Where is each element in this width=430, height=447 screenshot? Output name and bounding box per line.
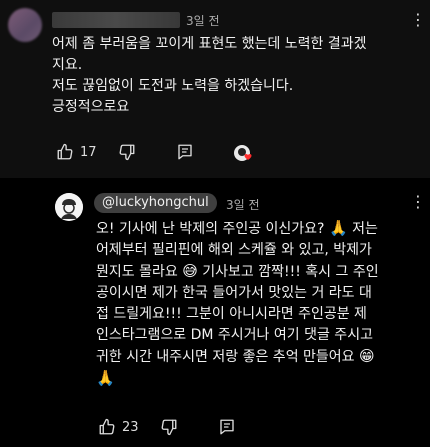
dislike-button[interactable] bbox=[118, 143, 136, 161]
reply-line: 뭔지도 몰라요 bbox=[96, 264, 178, 280]
reply-text: 오! 기사에 난 박제의 주인공 이신가요? 🙏 저는 어제부터 필리핀에 해외… bbox=[96, 218, 416, 390]
thumbs-up-icon bbox=[99, 418, 115, 435]
emoji: 😁 bbox=[359, 347, 375, 365]
commenter-name-redacted[interactable] bbox=[52, 12, 180, 28]
reply-icon bbox=[177, 144, 192, 160]
reply-button[interactable] bbox=[218, 418, 236, 436]
dislike-button[interactable] bbox=[160, 418, 178, 436]
like-count: 17 bbox=[80, 144, 97, 160]
reply-line: 접 드릴게요!!! 그분이 아니시라면 주인공분 제 bbox=[96, 306, 367, 322]
reply-icon bbox=[219, 419, 234, 435]
emoji: 🙏 bbox=[328, 219, 348, 237]
reply-line: 인스타그램으로 DM 주시거나 여기 댓글 주시고 bbox=[96, 327, 373, 343]
emoji: 😅 bbox=[182, 262, 198, 280]
reply-author-handle[interactable]: @luckyhongchul bbox=[94, 193, 217, 213]
reply-line: 오! 기사에 난 박제의 주인공 이신가요? bbox=[96, 221, 325, 237]
reply-time: 3일 전 bbox=[226, 198, 260, 212]
comment: 3일 전 ⋮ 어제 좀 부러움을 꼬이게 표현도 했는데 노력한 결과겠 지요.… bbox=[0, 0, 430, 178]
thumbs-down-icon bbox=[119, 144, 134, 161]
reply-line: 귀한 시간 내주시면 저랑 좋은 추억 만들어요 bbox=[96, 349, 355, 365]
comment-time: 3일 전 bbox=[186, 14, 220, 28]
reply-button[interactable] bbox=[176, 143, 194, 161]
reply-line: 기사보고 깜짝!!! 혹시 그 주인 bbox=[202, 264, 379, 280]
reply-avatar[interactable] bbox=[55, 193, 83, 221]
comment-text: 어제 좀 부러움을 꼬이게 표현도 했는데 노력한 결과겠 지요. 저도 끊임없… bbox=[52, 36, 367, 115]
like-button[interactable]: 23 bbox=[98, 418, 139, 436]
creator-heart-icon bbox=[233, 144, 255, 164]
more-vertical-icon[interactable]: ⋮ bbox=[410, 194, 426, 210]
more-vertical-icon[interactable]: ⋮ bbox=[410, 12, 426, 28]
thumbs-down-icon bbox=[161, 419, 176, 436]
commenter-avatar[interactable] bbox=[8, 8, 42, 42]
like-count: 23 bbox=[122, 419, 139, 435]
reply-actions: 23 bbox=[98, 418, 236, 436]
like-button[interactable]: 17 bbox=[56, 143, 97, 161]
emoji: 🙏 bbox=[96, 369, 115, 387]
comment-actions: 17 bbox=[56, 143, 194, 161]
reply-line: 공이시면 제가 한국 들어가서 맛있는 거 라도 대 bbox=[96, 285, 372, 301]
reply: @luckyhongchul 3일 전 ⋮ 오! 기사에 난 박제의 주인공 이… bbox=[0, 178, 430, 447]
reply-line: 어제부터 필리핀에 해외 스케쥴 와 있고, 박제가 bbox=[96, 242, 372, 258]
reply-line: 저는 bbox=[352, 221, 378, 237]
thumbs-up-icon bbox=[57, 143, 73, 160]
